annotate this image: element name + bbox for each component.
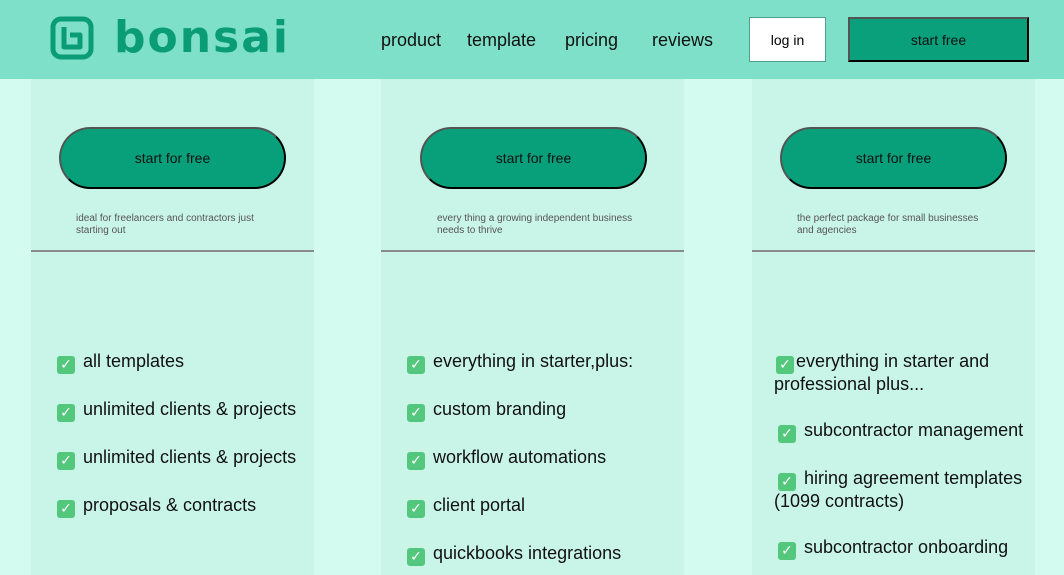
card-divider: [381, 250, 684, 252]
feature-item: ✓ everything in starter,plus:: [403, 351, 663, 374]
nav-pricing-link[interactable]: pricing: [565, 30, 618, 50]
pricing-card-business: start for free the perfect package for s…: [752, 79, 1035, 575]
start-for-free-button[interactable]: start for free: [420, 127, 647, 189]
check-box-icon: ✓: [407, 548, 425, 566]
start-for-free-button[interactable]: start for free: [59, 127, 286, 189]
check-box-icon: ✓: [57, 356, 75, 374]
login-button[interactable]: log in: [749, 17, 826, 62]
feature-item: ✓ workflow automations: [403, 447, 663, 470]
feature-label: client portal: [433, 495, 526, 515]
feature-item: ✓ all templates: [53, 351, 313, 374]
start-for-free-button[interactable]: start for free: [780, 127, 1007, 189]
feature-label: unlimited clients & projects: [83, 399, 297, 419]
nav-template-link[interactable]: template: [467, 30, 536, 50]
check-box-icon: ✓: [407, 500, 425, 518]
feature-label: proposals & contracts: [83, 495, 257, 515]
feature-label: custom branding: [433, 399, 567, 419]
check-box-icon: ✓: [57, 500, 75, 518]
feature-label: subcontractor management: [804, 420, 1024, 440]
check-box-icon: ✓: [57, 404, 75, 422]
plan-description: ideal for freelancers and contractors ju…: [76, 213, 254, 236]
pricing-card-starter: start for free ideal for freelancers and…: [31, 79, 314, 575]
feature-item: ✓ unlimited clients & projects: [53, 399, 313, 422]
feature-item: ✓ subcontractor onboarding: [774, 537, 1034, 560]
bonsai-logo-icon: [50, 16, 94, 60]
feature-label: unlimited clients & projects: [83, 447, 297, 467]
feature-list: ✓ everything in starter and professional …: [774, 351, 1034, 575]
logo[interactable]: bonsai: [50, 14, 290, 62]
check-box-icon: ✓: [57, 452, 75, 470]
plan-description: the perfect package for small businesses…: [797, 213, 979, 236]
nav-product-link[interactable]: product: [381, 30, 441, 50]
check-box-icon: ✓: [778, 425, 796, 443]
plan-description: every thing a growing independent busine…: [437, 213, 633, 236]
card-divider: [31, 250, 314, 252]
start-free-button[interactable]: start free: [848, 17, 1029, 62]
check-box-icon: ✓: [407, 356, 425, 374]
feature-item: ✓ proposals & contracts: [53, 495, 313, 518]
feature-item: ✓ unlimited clients & projects: [53, 447, 313, 470]
check-box-icon: ✓: [407, 404, 425, 422]
feature-item: ✓ subcontractor management: [774, 420, 1034, 443]
check-box-icon: ✓: [407, 452, 425, 470]
feature-item: ✓ quickbooks integrations: [403, 543, 663, 566]
feature-label: everything in starter and professional p…: [774, 351, 990, 394]
feature-item: ✓ custom branding: [403, 399, 663, 422]
card-divider: [752, 250, 1035, 252]
nav-reviews-link[interactable]: reviews: [652, 30, 713, 50]
logo-text: bonsai: [114, 12, 291, 63]
top-navigation-bar: bonsai product template pricing reviews …: [0, 0, 1064, 79]
pricing-card-professional: start for free every thing a growing ind…: [381, 79, 684, 575]
feature-label: subcontractor onboarding: [804, 537, 1009, 557]
feature-item: ✓ client portal: [403, 495, 663, 518]
feature-list: ✓ all templates ✓ unlimited clients & proj…: [53, 351, 313, 543]
feature-label: hiring agreement templates (1099 contrac…: [774, 468, 1023, 511]
feature-label: everything in starter,plus:: [433, 351, 634, 371]
feature-label: quickbooks integrations: [433, 543, 622, 563]
feature-item: ✓ hiring agreement templates (1099 contra…: [774, 468, 1034, 512]
check-box-icon: ✓: [778, 473, 796, 491]
feature-list: ✓ everything in starter,plus: ✓ custom bra…: [403, 351, 663, 575]
check-box-icon: ✓: [778, 542, 796, 560]
feature-label: workflow automations: [433, 447, 607, 467]
feature-label: all templates: [83, 351, 185, 371]
check-box-icon: ✓: [776, 356, 794, 374]
feature-item: ✓ everything in starter and professional …: [774, 351, 1034, 395]
